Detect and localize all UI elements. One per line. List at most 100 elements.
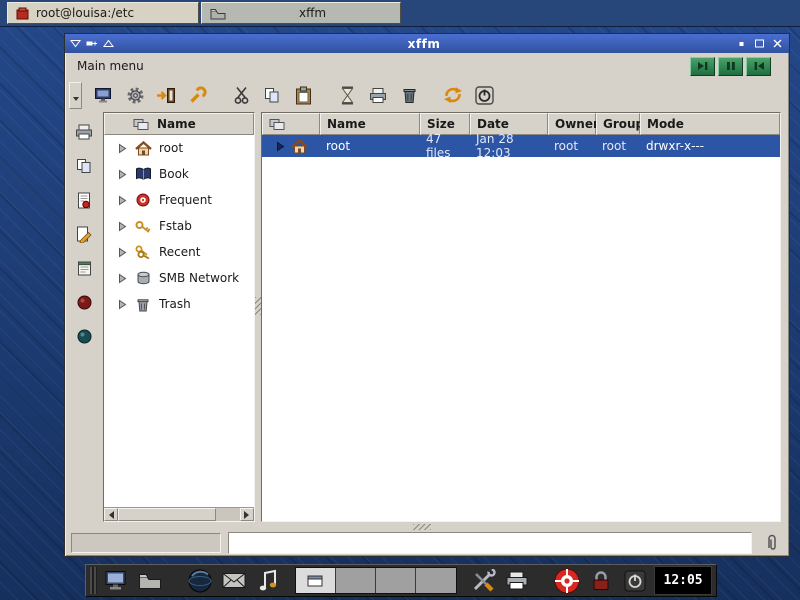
lifesaver-icon (553, 567, 581, 595)
column-header-mode[interactable]: Mode (640, 113, 780, 135)
skip-forward-button[interactable] (690, 57, 715, 76)
power-icon (624, 570, 646, 592)
titlebar-applet-icon[interactable] (86, 39, 98, 48)
tree-header[interactable]: Name (104, 113, 254, 135)
attach-button[interactable] (759, 532, 783, 554)
copy-icon (264, 87, 280, 104)
tree-item-trash[interactable]: Trash (104, 291, 254, 317)
expander-icon[interactable] (118, 247, 127, 258)
side-print-button[interactable] (71, 120, 97, 144)
main-menu[interactable]: Main menu (73, 57, 148, 75)
expander-icon[interactable] (118, 195, 127, 206)
refresh-icon (443, 86, 463, 104)
tree-item-label: Book (159, 167, 189, 181)
pager-workspace-3[interactable] (376, 568, 416, 593)
minimize-button[interactable] (734, 37, 748, 50)
maximize-button[interactable] (752, 37, 766, 50)
skip-back-button[interactable] (746, 57, 771, 76)
pager-workspace-2[interactable] (336, 568, 376, 593)
tree-item-label: Recent (159, 245, 200, 259)
expander-icon[interactable] (118, 273, 127, 284)
titlebar[interactable]: xffm (65, 34, 789, 53)
run-button[interactable] (333, 82, 361, 109)
minimize-icon (736, 39, 747, 48)
cut-button[interactable] (227, 82, 255, 109)
column-header-owner[interactable]: Owner (548, 113, 596, 135)
tools-button[interactable] (183, 82, 211, 109)
mail-icon (222, 572, 246, 589)
column-header-icon[interactable] (262, 113, 320, 135)
tree-item-smb-network[interactable]: SMB Network (104, 265, 254, 291)
go-exit-button[interactable] (152, 82, 180, 109)
paste-button[interactable] (289, 82, 317, 109)
scrollbar-thumb[interactable] (118, 508, 216, 521)
window-content: Name root Book Frequent (65, 111, 789, 530)
close-button[interactable] (770, 37, 784, 50)
home-icon (291, 139, 308, 154)
side-globe-button[interactable] (71, 324, 97, 348)
pause-button[interactable] (718, 57, 743, 76)
trash-button[interactable] (395, 82, 423, 109)
scroll-right-button[interactable] (240, 508, 254, 521)
skip-back-icon (753, 61, 765, 71)
file-row-root[interactable]: root 47 files Jan 28 12:03 root root drw… (262, 135, 780, 157)
cell-date: Jan 28 12:03 (470, 135, 548, 157)
tree-item-root[interactable]: root (104, 135, 254, 161)
taskbar-item-xffm[interactable]: xffm (201, 2, 401, 24)
taskbar-item-terminal[interactable]: root@louisa:/etc (7, 2, 199, 24)
column-header-group[interactable]: Group (596, 113, 640, 135)
top-taskbar: root@louisa:/etc xffm (0, 0, 800, 27)
list-empty-area[interactable] (262, 157, 780, 521)
horizontal-scrollbar[interactable] (104, 507, 254, 521)
expander-icon[interactable] (118, 299, 127, 310)
pager-workspace-1[interactable] (296, 568, 336, 593)
tree-item-book[interactable]: Book (104, 161, 254, 187)
copy-button[interactable] (258, 82, 286, 109)
panel-help-button[interactable] (552, 566, 582, 595)
maximize-icon (754, 39, 765, 48)
panel-clock[interactable]: 12:05 (654, 566, 712, 595)
menubar: Main menu (65, 53, 789, 79)
pane-splitter[interactable] (255, 112, 261, 522)
expander-icon[interactable] (118, 143, 127, 154)
panel-monitor-button[interactable] (101, 566, 131, 595)
panel-files-button[interactable] (135, 566, 165, 595)
panel-print-button[interactable] (502, 566, 532, 595)
tree-item-frequent[interactable]: Frequent (104, 187, 254, 213)
refresh-button[interactable] (439, 82, 467, 109)
splitter-grip[interactable] (255, 297, 261, 315)
tree-item-fstab[interactable]: Fstab (104, 213, 254, 239)
toolbar-detach-handle[interactable] (69, 82, 82, 109)
scroll-left-button[interactable] (104, 508, 118, 521)
panel-lock-button[interactable] (586, 566, 616, 595)
scrollbar-track[interactable] (216, 508, 240, 521)
panel-tools-button[interactable] (469, 566, 499, 595)
panel-power-button[interactable] (620, 566, 650, 595)
bottom-pane-grip[interactable] (413, 524, 431, 530)
command-entry[interactable] (228, 532, 752, 554)
side-edit-button[interactable] (71, 222, 97, 246)
window-menu-icon[interactable] (70, 39, 81, 48)
printer-icon (369, 87, 387, 104)
side-notes-button[interactable] (71, 256, 97, 280)
side-red-sphere-button[interactable] (71, 290, 97, 314)
panel-handle[interactable] (90, 567, 97, 594)
tree-item-recent[interactable]: Recent (104, 239, 254, 265)
quit-button[interactable] (470, 82, 498, 109)
panel-web-button[interactable] (185, 566, 215, 595)
side-seal-button[interactable] (71, 188, 97, 212)
panel-mail-button[interactable] (219, 566, 249, 595)
side-copy-button[interactable] (71, 154, 97, 178)
expander-icon[interactable] (118, 221, 127, 232)
expander-icon[interactable] (118, 169, 127, 180)
panel-music-button[interactable] (253, 566, 283, 595)
pager-workspace-4[interactable] (416, 568, 456, 593)
print-button[interactable] (364, 82, 392, 109)
settings-button[interactable] (121, 82, 149, 109)
expander-icon[interactable] (276, 141, 285, 152)
new-window-button[interactable] (90, 82, 118, 109)
hourglass-icon (340, 86, 355, 105)
tree-rows: root Book Frequent Fstab (104, 135, 254, 507)
shade-icon[interactable] (103, 39, 114, 48)
column-header-name[interactable]: Name (320, 113, 420, 135)
